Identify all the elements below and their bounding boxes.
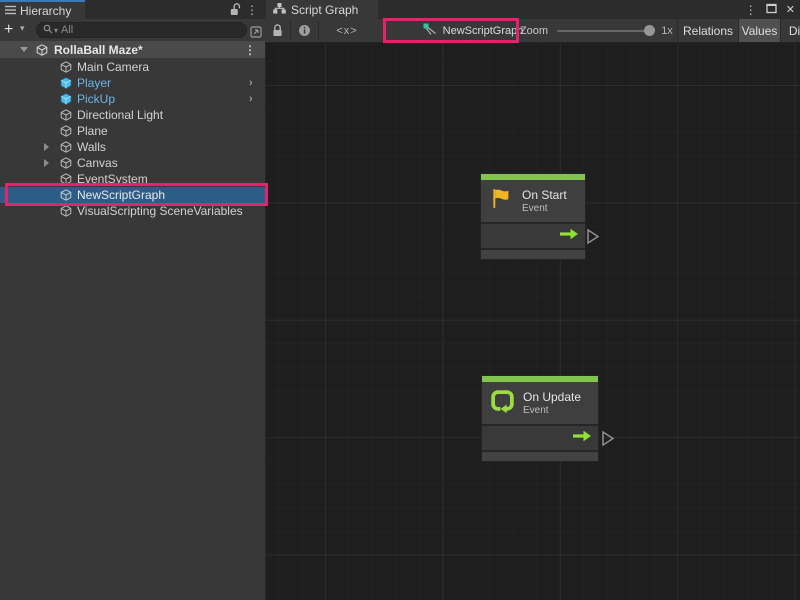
annotation-box-graph-title [383,18,519,43]
hierarchy-item-canvas[interactable]: Canvas [0,155,265,171]
close-icon[interactable]: ✕ [786,3,795,16]
tab-script-graph[interactable]: Script Graph [266,0,378,19]
values-button[interactable]: Values [738,19,780,42]
search-icon [43,21,53,39]
hierarchy-item-pickup[interactable]: PickUp › [0,91,265,107]
prefab-cube-icon [60,93,72,108]
node-on-start[interactable]: On Start Event [481,174,585,259]
hierarchy-search-input[interactable] [61,24,221,36]
blackboard-variables-button[interactable]: <x> [325,19,369,42]
graph-lock-button[interactable] [265,19,290,42]
gameobject-cube-icon [60,157,72,172]
tab-hierarchy[interactable]: Hierarchy [0,0,85,19]
hierarchy-icon [5,4,16,18]
graph-info-button[interactable] [290,19,318,42]
script-graph-toolbar: <x> NewScriptGraph Zoom 1x Relations Val… [265,19,800,43]
search-filter-caret-icon[interactable]: ▾ [54,26,58,35]
gameobject-cube-icon [60,109,72,124]
add-object-button[interactable]: + [4,20,13,39]
hierarchy-item-main-camera[interactable]: Main Camera [0,59,265,75]
node-footer [481,248,585,259]
output-port-triangle[interactable] [586,228,600,250]
zoom-slider-handle[interactable] [644,25,655,36]
kebab-icon: ⋮ [246,4,258,16]
hierarchy-item-directional-light[interactable]: Directional Light [0,107,265,123]
script-graph-icon [273,3,286,17]
node-title: On Start [522,188,567,202]
zoom-value-label: 1x [657,19,677,42]
variables-icon: <x> [336,25,357,37]
hierarchy-item-walls[interactable]: Walls [0,139,265,155]
tab-script-graph-label: Script Graph [291,3,358,17]
add-object-caret-icon[interactable]: ▾ [20,23,25,34]
plus-icon: + [4,21,13,38]
relations-button[interactable]: Relations [677,19,738,42]
prefab-chevron-icon[interactable]: › [249,77,253,89]
node-subtitle: Event [522,203,567,214]
hierarchy-menu-button[interactable]: ⋮ [246,2,258,17]
flow-arrow-icon [572,429,592,447]
maximize-icon[interactable] [766,1,777,19]
gameobject-cube-icon [60,125,72,140]
flow-arrow-icon [559,227,579,245]
node-port-row [482,424,598,450]
open-search-window-icon[interactable] [249,24,263,39]
hierarchy-search-field[interactable]: ▾ [36,22,247,38]
gameobject-cube-icon [60,61,72,76]
hierarchy-toolbar: + ▾ ▾ [0,19,265,41]
hierarchy-item-player[interactable]: Player › [0,75,265,91]
update-loop-icon [490,388,515,418]
flag-icon [489,186,514,216]
annotation-box-hierarchy-selection [5,183,268,206]
node-port-row [481,222,585,248]
gameobject-cube-icon [60,205,72,220]
node-on-update[interactable]: On Update Event [482,376,598,461]
prefab-cube-icon [60,77,72,92]
unity-scene-icon [36,44,48,56]
script-graph-tabbar: Script Graph ⋮ ✕ [265,0,800,19]
node-title: On Update [523,390,581,404]
zoom-slider-track[interactable] [557,30,651,32]
foldout-collapsed-icon[interactable] [44,159,49,167]
scene-foldout-icon[interactable] [20,47,28,52]
node-subtitle: Event [523,405,581,416]
foldout-collapsed-icon[interactable] [44,143,49,151]
unity-editor-window: Hierarchy ⋮ + ▾ ▾ RollaBall [0,0,800,600]
scene-menu-button[interactable]: ⋮ [244,44,256,56]
hierarchy-item-plane[interactable]: Plane [0,123,265,139]
gameobject-cube-icon [60,141,72,156]
dim-button[interactable]: Dim [780,19,800,42]
hierarchy-unlock-icon[interactable] [228,2,242,17]
node-footer [482,450,598,461]
scene-name-label: RollaBall Maze* [54,43,143,57]
hierarchy-tabbar: Hierarchy ⋮ [0,0,265,19]
output-port-triangle[interactable] [601,430,615,452]
scene-header-row[interactable]: RollaBall Maze* ⋮ [0,41,265,58]
graph-canvas[interactable] [265,43,800,600]
zoom-label: Zoom [517,19,551,42]
prefab-chevron-icon[interactable]: › [249,93,253,105]
window-menu-button[interactable]: ⋮ [745,4,757,16]
tab-hierarchy-label: Hierarchy [20,4,71,18]
